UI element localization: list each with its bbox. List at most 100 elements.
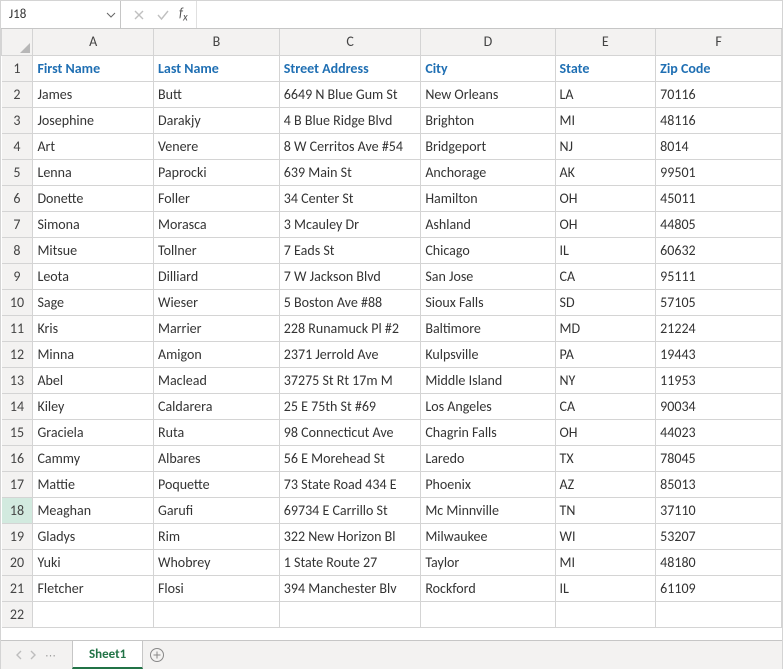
cell[interactable]: Kulpsville: [421, 341, 555, 367]
cell[interactable]: MI: [555, 107, 656, 133]
cell[interactable]: [154, 601, 280, 627]
cell[interactable]: Ruta: [154, 419, 280, 445]
cell[interactable]: 322 New Horizon Bl: [279, 523, 421, 549]
row-header[interactable]: 3: [2, 107, 33, 133]
cell[interactable]: 78045: [656, 445, 782, 471]
cell[interactable]: 228 Runamuck Pl #2: [279, 315, 421, 341]
cell[interactable]: Middle Island: [421, 367, 555, 393]
cell[interactable]: Taylor: [421, 549, 555, 575]
cell[interactable]: Poquette: [154, 471, 280, 497]
cell[interactable]: Venere: [154, 133, 280, 159]
cell[interactable]: 21224: [656, 315, 782, 341]
cell[interactable]: Dilliard: [154, 263, 280, 289]
row-header[interactable]: 10: [2, 289, 33, 315]
cell[interactable]: Laredo: [421, 445, 555, 471]
formula-input[interactable]: [197, 1, 782, 28]
cell[interactable]: Cammy: [33, 445, 154, 471]
cell[interactable]: 6649 N Blue Gum St: [279, 81, 421, 107]
name-box-dropdown-icon[interactable]: [106, 10, 116, 20]
cell[interactable]: Art: [33, 133, 154, 159]
cell[interactable]: CA: [555, 263, 656, 289]
cell[interactable]: Mitsue: [33, 237, 154, 263]
cell[interactable]: [421, 601, 555, 627]
cell[interactable]: 37275 St Rt 17m M: [279, 367, 421, 393]
cell[interactable]: Minna: [33, 341, 154, 367]
add-sheet-button[interactable]: [143, 641, 171, 669]
cell[interactable]: Marrier: [154, 315, 280, 341]
cell[interactable]: Yuki: [33, 549, 154, 575]
cell[interactable]: SD: [555, 289, 656, 315]
cell[interactable]: AZ: [555, 471, 656, 497]
cell[interactable]: Meaghan: [33, 497, 154, 523]
cell[interactable]: First Name: [33, 55, 154, 81]
cell[interactable]: TN: [555, 497, 656, 523]
grid[interactable]: A B C D E F 1First NameLast NameStreet A…: [1, 29, 782, 641]
cell[interactable]: 95111: [656, 263, 782, 289]
cell[interactable]: [33, 601, 154, 627]
row-header[interactable]: 7: [2, 211, 33, 237]
cell[interactable]: Bridgeport: [421, 133, 555, 159]
cell[interactable]: Ashland: [421, 211, 555, 237]
cell[interactable]: Mc Minnville: [421, 497, 555, 523]
cell[interactable]: Baltimore: [421, 315, 555, 341]
cell[interactable]: 37110: [656, 497, 782, 523]
cell[interactable]: Albares: [154, 445, 280, 471]
cell[interactable]: 57105: [656, 289, 782, 315]
row-header[interactable]: 6: [2, 185, 33, 211]
cell[interactable]: 56 E Morehead St: [279, 445, 421, 471]
cell[interactable]: 44805: [656, 211, 782, 237]
cell[interactable]: 70116: [656, 81, 782, 107]
cell[interactable]: OH: [555, 419, 656, 445]
cell[interactable]: 7 W Jackson Blvd: [279, 263, 421, 289]
cell[interactable]: Tollner: [154, 237, 280, 263]
cell[interactable]: CA: [555, 393, 656, 419]
cell[interactable]: Chagrin Falls: [421, 419, 555, 445]
cell[interactable]: Zip Code: [656, 55, 782, 81]
cell[interactable]: Morasca: [154, 211, 280, 237]
sheet-nav-more-icon[interactable]: ⋯: [43, 649, 58, 662]
cell[interactable]: NJ: [555, 133, 656, 159]
cell[interactable]: Sioux Falls: [421, 289, 555, 315]
row-header[interactable]: 14: [2, 393, 33, 419]
cell[interactable]: Chicago: [421, 237, 555, 263]
cell[interactable]: 19443: [656, 341, 782, 367]
cell[interactable]: Garufi: [154, 497, 280, 523]
cell[interactable]: 44023: [656, 419, 782, 445]
cell[interactable]: 8 W Cerritos Ave #54: [279, 133, 421, 159]
cell[interactable]: 8014: [656, 133, 782, 159]
row-header[interactable]: 16: [2, 445, 33, 471]
select-all-corner[interactable]: [2, 29, 33, 55]
cell[interactable]: 34 Center St: [279, 185, 421, 211]
fx-icon[interactable]: fx: [175, 6, 190, 24]
cell[interactable]: 60632: [656, 237, 782, 263]
cell[interactable]: 85013: [656, 471, 782, 497]
cell[interactable]: 99501: [656, 159, 782, 185]
cell[interactable]: Darakjy: [154, 107, 280, 133]
cell[interactable]: 11953: [656, 367, 782, 393]
cell[interactable]: City: [421, 55, 555, 81]
cell[interactable]: San Jose: [421, 263, 555, 289]
cell[interactable]: Leota: [33, 263, 154, 289]
row-header[interactable]: 21: [2, 575, 33, 601]
col-header[interactable]: A: [33, 29, 154, 55]
cell[interactable]: Fletcher: [33, 575, 154, 601]
row-header[interactable]: 5: [2, 159, 33, 185]
cell[interactable]: [555, 601, 656, 627]
cell[interactable]: Los Angeles: [421, 393, 555, 419]
cell[interactable]: 69734 E Carrillo St: [279, 497, 421, 523]
cell[interactable]: Wieser: [154, 289, 280, 315]
row-header[interactable]: 4: [2, 133, 33, 159]
cell[interactable]: PA: [555, 341, 656, 367]
cell[interactable]: Abel: [33, 367, 154, 393]
cell[interactable]: 53207: [656, 523, 782, 549]
row-header[interactable]: 22: [2, 601, 33, 627]
cell[interactable]: IL: [555, 575, 656, 601]
cell[interactable]: AK: [555, 159, 656, 185]
cell[interactable]: Caldarera: [154, 393, 280, 419]
cell[interactable]: NY: [555, 367, 656, 393]
cell[interactable]: 61109: [656, 575, 782, 601]
cell[interactable]: 48180: [656, 549, 782, 575]
cell[interactable]: MI: [555, 549, 656, 575]
cell[interactable]: 7 Eads St: [279, 237, 421, 263]
cell[interactable]: [656, 601, 782, 627]
